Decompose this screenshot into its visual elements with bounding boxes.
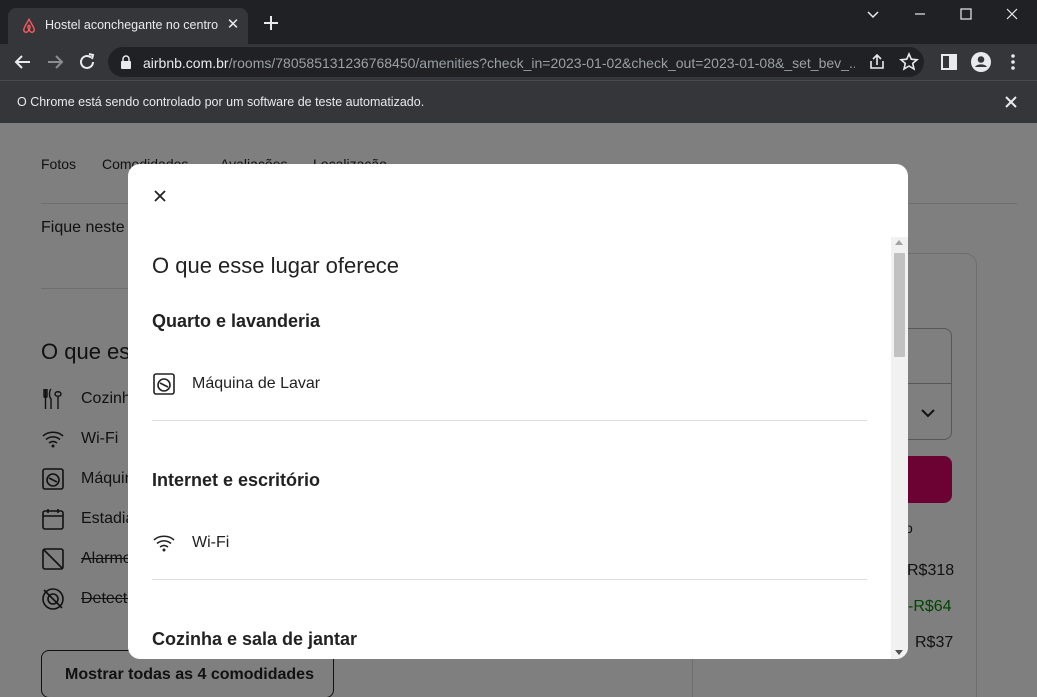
scroll-up-arrow-icon[interactable] <box>895 240 903 245</box>
back-icon[interactable] <box>11 50 35 74</box>
url-text[interactable]: airbnb.com.br/rooms/780585131236768450/a… <box>143 55 855 71</box>
section-title-quarto: Quarto e lavanderia <box>152 311 321 331</box>
amenity-item: Máquina de Lavar <box>152 372 867 396</box>
tab-search-icon[interactable] <box>858 4 888 26</box>
amenity-label: Wi-Fi <box>192 534 230 551</box>
washer-icon <box>153 373 175 395</box>
modal-title: O que esse lugar oferece <box>152 253 400 278</box>
close-icon[interactable] <box>148 184 172 208</box>
forward-icon[interactable] <box>43 50 67 74</box>
amenities-modal: O que esse lugar oferece Quarto e lavand… <box>128 164 908 659</box>
amenity-label: Máquina de Lavar <box>192 375 321 392</box>
section-title-internet: Internet e escritório <box>152 470 321 490</box>
new-tab-icon[interactable] <box>260 12 282 34</box>
close-window-icon[interactable] <box>997 4 1027 26</box>
browser-tab-bar: Hostel aconchegante no centro h ✕ <box>0 0 1037 44</box>
menu-kebab-icon[interactable] <box>1001 50 1025 74</box>
infobar-close-icon[interactable] <box>1002 93 1020 111</box>
url-host: airbnb.com.br <box>143 55 229 71</box>
share-icon[interactable] <box>865 50 889 74</box>
wifi-icon <box>153 535 175 552</box>
tab-title: Hostel aconchegante no centro h <box>45 18 220 32</box>
airbnb-logo-icon <box>23 17 35 33</box>
tab-close-icon[interactable]: ✕ <box>224 16 242 34</box>
lock-icon[interactable] <box>120 55 132 69</box>
section-divider <box>152 579 867 580</box>
section-title-cozinha: Cozinha e sala de jantar <box>152 629 358 649</box>
maximize-icon[interactable] <box>951 4 981 26</box>
browser-tab[interactable]: Hostel aconchegante no centro h ✕ <box>8 8 248 44</box>
minimize-icon[interactable] <box>905 4 935 26</box>
section-divider <box>152 420 867 421</box>
address-bar[interactable]: airbnb.com.br/rooms/780585131236768450/a… <box>108 47 924 77</box>
bookmark-star-icon[interactable] <box>897 50 921 74</box>
url-path: /rooms/780585131236768450/amenities?chec… <box>228 55 855 71</box>
automation-notice: O Chrome está sendo controlado por um so… <box>17 95 425 109</box>
scroll-down-arrow-icon[interactable] <box>895 650 903 655</box>
profile-icon[interactable] <box>969 50 993 74</box>
amenity-item: Wi-Fi <box>152 531 867 555</box>
reload-icon[interactable] <box>75 50 99 74</box>
automation-infobar: O Chrome está sendo controlado por um so… <box>0 80 1037 123</box>
side-panel-icon[interactable] <box>937 50 961 74</box>
scroll-thumb[interactable] <box>894 253 905 357</box>
browser-toolbar: airbnb.com.br/rooms/780585131236768450/a… <box>0 44 1037 80</box>
modal-scrollbar[interactable] <box>891 237 908 659</box>
